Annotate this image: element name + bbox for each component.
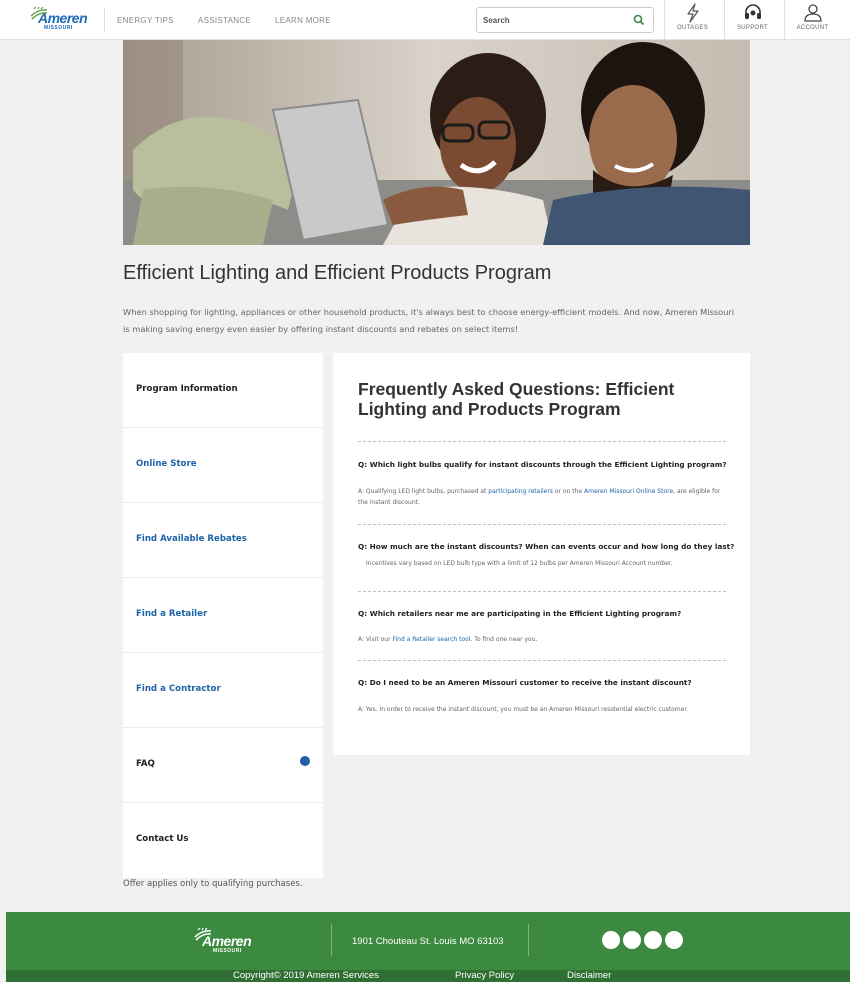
sidebar-item-label: Find a Retailer bbox=[136, 609, 208, 619]
footer-address: 1901 Chouteau St. Louis MO 63103 bbox=[352, 936, 504, 947]
sidebar-item-contact-us[interactable]: Contact Us bbox=[123, 803, 323, 878]
faq-divider bbox=[358, 441, 726, 442]
logo-subtext: MISSOURI bbox=[44, 25, 73, 31]
faq-divider bbox=[358, 591, 726, 592]
faq-answer: A: Qualifying LED light bulbs, purchased… bbox=[358, 486, 728, 508]
intro-paragraph: When shopping for lighting, appliances o… bbox=[123, 307, 735, 334]
footer-divider bbox=[528, 924, 529, 956]
footer-bottom-strip bbox=[6, 970, 850, 982]
ameren-logo[interactable]: Ameren MISSOURI bbox=[26, 7, 106, 33]
faq-panel: Frequently Asked Questions: Efficient Li… bbox=[333, 353, 750, 755]
faq-divider bbox=[358, 524, 726, 525]
account-button[interactable]: ACCOUNT bbox=[784, 0, 840, 40]
sidebar-item-faq[interactable]: FAQ bbox=[123, 728, 323, 803]
faq-question: Q: Which light bulbs qualify for instant… bbox=[358, 460, 727, 469]
faq-answer: A: Visit our Find a Retailer search tool… bbox=[358, 634, 728, 645]
faq-question: Q: Which retailers near me are participa… bbox=[358, 609, 682, 618]
privacy-policy-link[interactable]: Privacy Policy bbox=[455, 970, 514, 981]
sidebar-item-find-available-rebates[interactable]: Find Available Rebates bbox=[123, 503, 323, 578]
footer-copyright: Copyright© 2019 Ameren Services bbox=[233, 970, 379, 981]
sidebar-item-label: FAQ bbox=[136, 759, 155, 769]
sidebar-item-label: Find Available Rebates bbox=[136, 534, 247, 544]
outages-label: OUTAGES bbox=[677, 25, 708, 31]
header-divider bbox=[104, 8, 105, 32]
hero-illustration bbox=[123, 40, 750, 245]
outages-button[interactable]: OUTAGES bbox=[664, 0, 720, 40]
faq-answer-text: . To find one near you. bbox=[470, 636, 538, 643]
faq-answer: A: Yes. In order to receive the instant … bbox=[358, 706, 689, 713]
search-icon[interactable] bbox=[633, 14, 645, 26]
social-icon-youtube[interactable] bbox=[665, 931, 683, 949]
account-label: ACCOUNT bbox=[796, 25, 829, 31]
participating-retailers-link[interactable]: participating retailers bbox=[488, 488, 553, 495]
find-a-retailer-link[interactable]: Find a Retailer search tool bbox=[392, 636, 470, 643]
faq-question: Q: Do I need to be an Ameren Missouri cu… bbox=[358, 678, 692, 687]
site-header: Ameren MISSOURI ENERGY TIPS ASSISTANCE L… bbox=[0, 0, 850, 40]
lightning-icon bbox=[686, 3, 699, 23]
online-store-link[interactable]: Ameren Missouri Online Store bbox=[584, 488, 673, 495]
sidebar-item-find-a-contractor[interactable]: Find a Contractor bbox=[123, 653, 323, 728]
search-input[interactable] bbox=[483, 13, 623, 27]
hero-image bbox=[123, 40, 750, 245]
social-icon-twitter[interactable] bbox=[623, 931, 641, 949]
faq-divider bbox=[358, 660, 726, 661]
nav-energy-tips[interactable]: ENERGY TIPS bbox=[117, 16, 174, 25]
faq-answer-text: A: Qualifying LED light bulbs, purchased… bbox=[358, 488, 489, 495]
offer-note: Offer applies only to qualifying purchas… bbox=[123, 879, 303, 889]
search-box[interactable] bbox=[476, 7, 654, 33]
sidebar-item-online-store[interactable]: Online Store bbox=[123, 428, 323, 503]
support-button[interactable]: SUPPORT bbox=[724, 0, 780, 40]
footer-logo-text[interactable]: Ameren bbox=[202, 933, 252, 949]
faq-question: Q: How much are the instant discounts? W… bbox=[358, 542, 735, 551]
sidebar-item-label: Contact Us bbox=[136, 834, 189, 844]
sidebar-item-label: Online Store bbox=[136, 459, 197, 469]
social-icon-linkedin[interactable] bbox=[644, 931, 662, 949]
faq-answer-text: or on the bbox=[552, 488, 585, 495]
active-indicator-dot bbox=[300, 756, 310, 766]
nav-assistance[interactable]: ASSISTANCE bbox=[198, 16, 251, 25]
nav-learn-more[interactable]: LEARN MORE bbox=[275, 16, 331, 25]
sidebar-item-program-information[interactable]: Program Information bbox=[123, 353, 323, 428]
side-navigation: Program Information Online Store Find Av… bbox=[123, 353, 323, 878]
footer-divider bbox=[331, 924, 332, 956]
sidebar-item-label: Program Information bbox=[136, 384, 238, 394]
site-footer: Ameren MISSOURI 1901 Chouteau St. Louis … bbox=[6, 912, 850, 970]
disclaimer-link[interactable]: Disclaimer bbox=[567, 970, 611, 981]
sidebar-item-find-a-retailer[interactable]: Find a Retailer bbox=[123, 578, 323, 653]
support-label: SUPPORT bbox=[737, 25, 768, 31]
faq-answer-text: A: Visit our bbox=[358, 636, 393, 643]
headset-icon bbox=[744, 4, 761, 19]
footer-logo-subtext: MISSOURI bbox=[213, 948, 242, 954]
user-icon bbox=[803, 4, 822, 22]
faq-answer: Incentives vary based on LED bulb type w… bbox=[366, 560, 673, 567]
sidebar-item-label: Find a Contractor bbox=[136, 684, 221, 694]
faq-title: Frequently Asked Questions: Efficient Li… bbox=[358, 379, 675, 419]
page-title: Efficient Lighting and Efficient Product… bbox=[123, 262, 552, 284]
logo-text: Ameren bbox=[38, 10, 88, 26]
social-icon-facebook[interactable] bbox=[602, 931, 620, 949]
